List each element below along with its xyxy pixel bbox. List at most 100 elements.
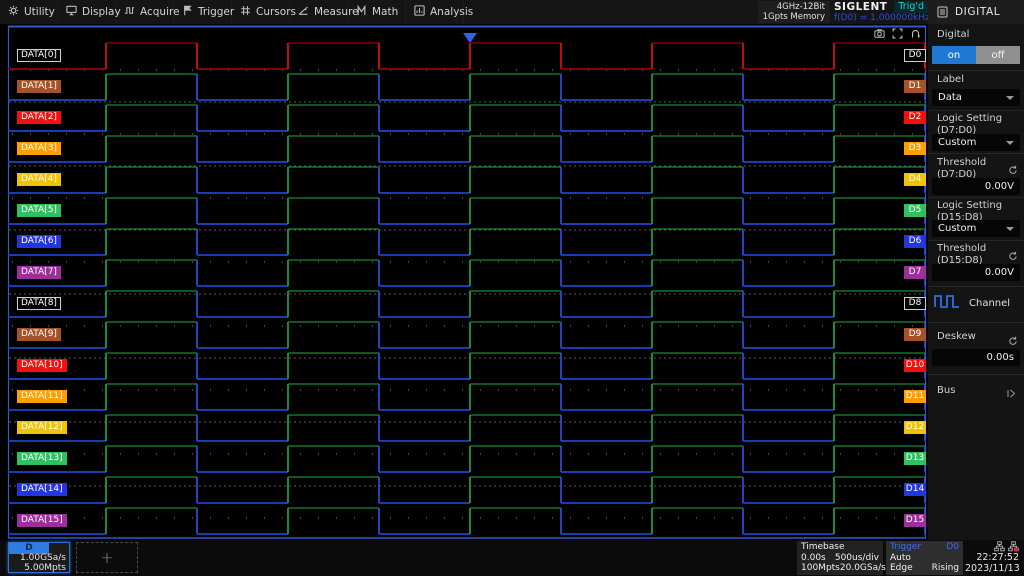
digital-waveform-icon <box>934 293 960 314</box>
clock-box[interactable]: 22:27:52 2023/11/13 <box>965 541 1019 574</box>
channel-indicator-d14[interactable]: D14 <box>904 483 926 496</box>
waveform-grid[interactable]: DATA[0] D0 DATA[1] D1 DATA[2] D2 DATA[3] D3 DATA… <box>0 24 928 540</box>
digital-settings-panel: DIGITAL Digital on off Label Data Logic … <box>928 0 1024 540</box>
refresh-icon[interactable] <box>1008 331 1018 350</box>
trigger-position-marker[interactable] <box>463 33 477 43</box>
channel-label-d2[interactable]: DATA[2] <box>17 111 61 124</box>
channel-indicator-d5[interactable]: D5 <box>904 204 926 217</box>
cursors-icon <box>240 5 251 19</box>
channel-label-d9[interactable]: DATA[9] <box>17 328 61 341</box>
channel-indicator-d4[interactable]: D4 <box>904 173 926 186</box>
timebase-descriptor[interactable]: Timebase 0.00s 500us/div 100Mpts 20.0GSa… <box>797 541 883 575</box>
bandwidth-label: 4GHz-12Bit <box>763 2 825 12</box>
menu-item-math[interactable]: Math <box>348 0 406 24</box>
oscilloscope-screen: UtilityDisplayAcquireTriggerCursorsMeasu… <box>0 0 1024 576</box>
menu-item-label: Trigger <box>198 6 234 18</box>
timebase-scale: 500us/div <box>835 553 879 564</box>
channel-indicator-d12[interactable]: D12 <box>904 421 926 434</box>
menu-item-label: Display <box>82 6 121 18</box>
channel-indicator-d13[interactable]: D13 <box>904 452 926 465</box>
threshold1-value[interactable]: 0.00V <box>932 178 1020 195</box>
timebase-title: Timebase <box>801 542 879 553</box>
digital-on-button[interactable]: on <box>932 46 976 64</box>
panel-header[interactable]: DIGITAL <box>928 0 1024 24</box>
menu-item-label: Analysis <box>430 6 473 18</box>
channel-caption: Channel <box>969 298 1010 309</box>
menu-item-cursors[interactable]: Cursors <box>232 0 290 24</box>
channel-label-d15[interactable]: DATA[15] <box>17 514 67 527</box>
channel-label-d10[interactable]: DATA[10] <box>17 359 67 372</box>
grid-toolbar <box>874 28 921 39</box>
memory-label: 1Gpts Memory <box>763 12 825 22</box>
channel-label-d6[interactable]: DATA[6] <box>17 235 61 248</box>
expand-icon[interactable] <box>892 28 903 39</box>
timebase-delay: 0.00s <box>801 553 826 564</box>
label-dropdown[interactable]: Data <box>932 89 1020 106</box>
channel-indicator-d8[interactable]: D8 <box>904 297 926 310</box>
channel-indicator-d3[interactable]: D3 <box>904 142 926 155</box>
channel-label-d14[interactable]: DATA[14] <box>17 483 67 496</box>
channel-row[interactable]: Channel <box>934 293 1010 314</box>
camera-icon[interactable] <box>874 28 885 39</box>
refresh-icon[interactable] <box>1008 160 1018 179</box>
deskew-caption: Deskew <box>937 331 976 343</box>
channel-label-d3[interactable]: DATA[3] <box>17 142 61 155</box>
chevron-down-icon <box>1006 96 1014 100</box>
digital-sample-rate: 1.00GSa/s <box>20 553 66 563</box>
logic-setting1-dropdown[interactable]: Custom <box>932 134 1020 151</box>
trigger-title: Trigger <box>890 542 921 553</box>
menu-item-utility[interactable]: Utility <box>0 0 58 24</box>
channel-label-d11[interactable]: DATA[11] <box>17 390 67 403</box>
undo-icon[interactable] <box>910 28 921 39</box>
refresh-icon[interactable] <box>1008 246 1018 265</box>
digital-caption: Digital <box>937 29 969 41</box>
channel-label-d13[interactable]: DATA[13] <box>17 452 67 465</box>
bus-expander-icon[interactable] <box>1006 384 1017 403</box>
measure-icon <box>298 5 309 19</box>
channel-indicator-d15[interactable]: D15 <box>904 514 926 527</box>
bottom-bar: D 1.00GSa/s 5.00Mpts + Timebase 0.00s 50… <box>0 540 1024 576</box>
panel-title: DIGITAL <box>955 6 1000 18</box>
trigger-status-badge: Trig'd <box>894 1 928 13</box>
clock-date: 2023/11/13 <box>965 563 1019 574</box>
menu-item-trigger[interactable]: Trigger <box>174 0 232 24</box>
digital-points: 5.00Mpts <box>24 563 66 573</box>
timebase-points: 100Mpts <box>801 563 840 574</box>
channel-indicator-d7[interactable]: D7 <box>904 266 926 279</box>
trigger-slope: Rising <box>932 563 959 574</box>
menu-item-measure[interactable]: Measure <box>290 0 348 24</box>
deskew-value[interactable]: 0.00s <box>932 349 1020 366</box>
digital-off-button[interactable]: off <box>976 46 1020 64</box>
menu-item-label: Utility <box>24 6 55 18</box>
channel-label-d5[interactable]: DATA[5] <box>17 204 61 217</box>
channel-indicator-d6[interactable]: D6 <box>904 235 926 248</box>
channel-indicator-d9[interactable]: D9 <box>904 328 926 341</box>
channel-label-d4[interactable]: DATA[4] <box>17 173 61 186</box>
channel-label-d1[interactable]: DATA[1] <box>17 80 61 93</box>
brand-logo: SIGLENT <box>834 1 887 13</box>
channel-label-d8[interactable]: DATA[8] <box>17 297 61 310</box>
channel-indicator-d11[interactable]: D11 <box>904 390 926 403</box>
threshold2-value[interactable]: 0.00V <box>932 264 1020 281</box>
channel-label-d7[interactable]: DATA[7] <box>17 266 61 279</box>
math-icon <box>356 5 367 19</box>
logic-setting1-value: Custom <box>938 137 976 148</box>
flag-icon <box>182 5 193 19</box>
menu-item-analysis[interactable]: Analysis <box>406 0 464 24</box>
frequency-readout: f(D0) = 1.000000kHz <box>834 13 928 24</box>
menu-item-display[interactable]: Display <box>58 0 116 24</box>
channel-indicator-d1[interactable]: D1 <box>904 80 926 93</box>
analysis-icon <box>414 5 425 19</box>
channel-label-d0[interactable]: DATA[0] <box>17 49 61 62</box>
logic-setting2-dropdown[interactable]: Custom <box>932 220 1020 237</box>
menu-item-label: Math <box>372 6 398 18</box>
add-channel-button[interactable]: + <box>76 542 138 573</box>
channel-indicator-d10[interactable]: D10 <box>904 359 926 372</box>
digital-channel-descriptor[interactable]: D 1.00GSa/s 5.00Mpts <box>8 542 70 573</box>
menu-item-acquire[interactable]: Acquire <box>116 0 174 24</box>
channel-label-d12[interactable]: DATA[12] <box>17 421 67 434</box>
gear-icon <box>8 5 19 19</box>
trigger-descriptor[interactable]: Trigger D0 Auto Edge Rising <box>886 541 963 575</box>
channel-indicator-d0[interactable]: D0 <box>904 49 926 62</box>
channel-indicator-d2[interactable]: D2 <box>904 111 926 124</box>
